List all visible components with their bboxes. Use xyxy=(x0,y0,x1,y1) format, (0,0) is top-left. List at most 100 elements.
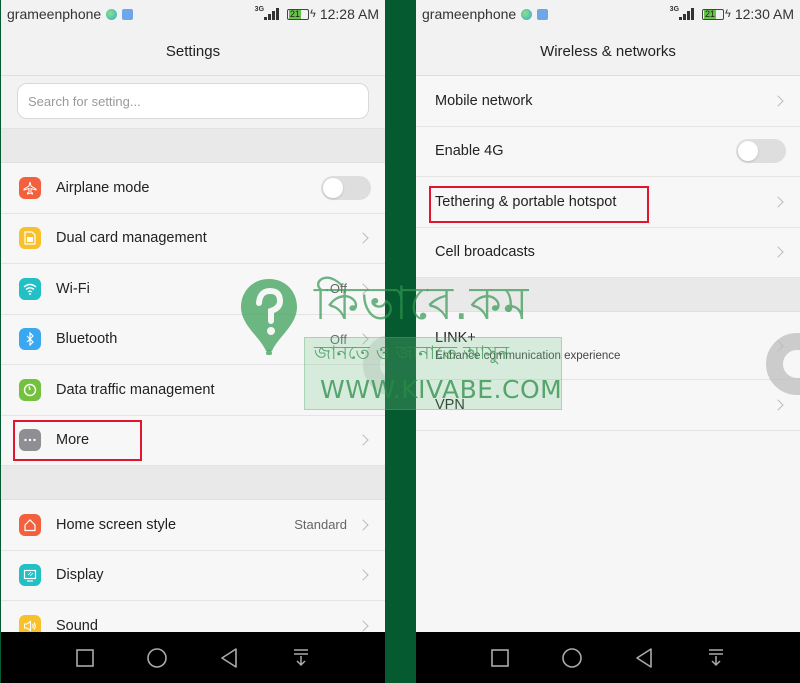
home-style-value: Standard xyxy=(294,517,347,533)
setting-label: Dual card management xyxy=(56,230,207,247)
home-icon xyxy=(19,513,41,536)
battery-icon: 21 xyxy=(702,8,725,20)
setting-data-traffic-management[interactable]: Data traffic management xyxy=(1,365,385,416)
battery-level: 21 xyxy=(704,8,717,19)
setting-dual-card-management[interactable]: Dual card management xyxy=(1,213,385,264)
section-gap xyxy=(416,278,800,312)
search-input[interactable] xyxy=(17,83,369,119)
wifi-notification-icon xyxy=(122,8,134,20)
setting-label: Airplane mode xyxy=(56,179,150,196)
setting-tethering-hotspot[interactable]: Tethering & portable hotspot xyxy=(416,177,800,228)
chevron-right-icon xyxy=(772,196,784,208)
section-gap xyxy=(1,129,385,163)
network-type: 3G xyxy=(254,5,265,13)
home-button[interactable] xyxy=(145,646,169,670)
status-bar: grameenphone 3G 21 ϟ 12:28 AM xyxy=(1,0,385,28)
setting-wifi[interactable]: Wi-Fi Off xyxy=(1,264,385,315)
notification-pulldown-button[interactable] xyxy=(289,646,313,670)
carrier-name: grameenphone xyxy=(422,6,517,22)
setting-airplane-mode[interactable]: Airplane mode xyxy=(1,163,385,214)
circle-icon xyxy=(147,647,167,668)
battery-icon: 21 xyxy=(287,8,310,20)
bluetooth-icon xyxy=(19,328,41,351)
more-dots-icon xyxy=(19,429,41,452)
setting-label: LINK+ xyxy=(435,329,476,346)
enable-4g-toggle[interactable] xyxy=(736,139,786,164)
clock: 12:30 AM xyxy=(734,6,794,22)
navigation-bar xyxy=(416,632,800,683)
charging-icon: ϟ xyxy=(310,8,316,20)
bluetooth-status: Off xyxy=(329,331,347,347)
data-gauge-icon xyxy=(19,378,41,401)
pull-down-icon xyxy=(294,648,308,666)
setting-label: Tethering & portable hotspot xyxy=(435,193,617,210)
wireless-networks-screen: grameenphone 3G 21 ϟ 12:30 AM Wireless &… xyxy=(416,0,800,683)
setting-cell-broadcasts[interactable]: Cell broadcasts xyxy=(416,227,800,278)
setting-mobile-network[interactable]: Mobile network xyxy=(416,76,800,127)
setting-link-plus[interactable]: LINK+ Enhance communication experience xyxy=(416,312,800,380)
vpn-globe-icon xyxy=(106,8,118,20)
search-bar xyxy=(1,76,385,129)
setting-label: VPN xyxy=(435,396,465,413)
chevron-right-icon xyxy=(357,333,369,345)
airplane-icon xyxy=(19,176,41,199)
chevron-right-icon xyxy=(772,246,784,258)
status-bar: grameenphone 3G 21 ϟ 12:30 AM xyxy=(416,0,800,28)
setting-label: Home screen style xyxy=(56,516,177,533)
back-triangle-icon xyxy=(221,647,237,668)
setting-enable-4g[interactable]: Enable 4G xyxy=(416,126,800,177)
setting-home-screen-style[interactable]: Home screen style Standard xyxy=(1,500,385,551)
chevron-right-icon xyxy=(772,95,784,107)
signal-strength-icon xyxy=(264,8,280,20)
setting-label: Bluetooth xyxy=(56,331,118,348)
pull-down-icon xyxy=(709,648,723,666)
chevron-right-icon xyxy=(357,569,369,581)
back-triangle-icon xyxy=(636,647,652,668)
recents-button[interactable] xyxy=(488,646,512,670)
wifi-icon xyxy=(19,277,41,300)
sim-card-icon xyxy=(19,227,41,250)
wifi-notification-icon xyxy=(537,8,549,20)
square-icon xyxy=(491,648,509,667)
chevron-right-icon xyxy=(357,283,369,295)
screenshot-comparison: grameenphone 3G 21 ϟ 12:28 AM Settings A… xyxy=(0,0,800,683)
carrier-name: grameenphone xyxy=(7,6,102,22)
setting-label: Cell broadcasts xyxy=(435,244,535,261)
chevron-right-icon xyxy=(357,434,369,446)
chevron-right-icon xyxy=(357,620,369,632)
chevron-right-icon xyxy=(357,519,369,531)
wifi-status: Off xyxy=(329,281,347,297)
section-gap xyxy=(1,466,385,500)
setting-label: Enable 4G xyxy=(435,143,504,160)
setting-display[interactable]: Display xyxy=(1,550,385,601)
signal-strength-icon xyxy=(679,8,695,20)
back-button[interactable] xyxy=(217,646,241,670)
notification-pulldown-button[interactable] xyxy=(704,646,728,670)
setting-more[interactable]: More xyxy=(1,415,385,466)
airplane-mode-toggle[interactable] xyxy=(321,175,371,200)
setting-label: Data traffic management xyxy=(56,381,215,398)
square-icon xyxy=(76,648,94,667)
setting-label: Mobile network xyxy=(435,92,533,109)
back-button[interactable] xyxy=(632,646,656,670)
chevron-right-icon xyxy=(772,399,784,411)
setting-sublabel: Enhance communication experience xyxy=(435,349,621,362)
setting-label: Wi-Fi xyxy=(56,280,90,297)
circle-icon xyxy=(562,647,582,668)
setting-label: More xyxy=(56,432,90,449)
display-icon xyxy=(19,564,41,587)
setting-vpn[interactable]: VPN xyxy=(416,380,800,431)
home-button[interactable] xyxy=(560,646,584,670)
chevron-right-icon xyxy=(357,232,369,244)
recents-button[interactable] xyxy=(73,646,97,670)
charging-icon: ϟ xyxy=(725,8,731,20)
network-type: 3G xyxy=(669,5,680,13)
page-title: Settings xyxy=(1,28,385,76)
vpn-globe-icon xyxy=(521,8,533,20)
settings-screen: grameenphone 3G 21 ϟ 12:28 AM Settings A… xyxy=(1,0,385,683)
navigation-bar xyxy=(1,632,385,683)
setting-bluetooth[interactable]: Bluetooth Off xyxy=(1,314,385,365)
battery-level: 21 xyxy=(289,8,302,19)
page-title: Wireless & networks xyxy=(416,28,800,76)
setting-label: Display xyxy=(56,567,104,584)
